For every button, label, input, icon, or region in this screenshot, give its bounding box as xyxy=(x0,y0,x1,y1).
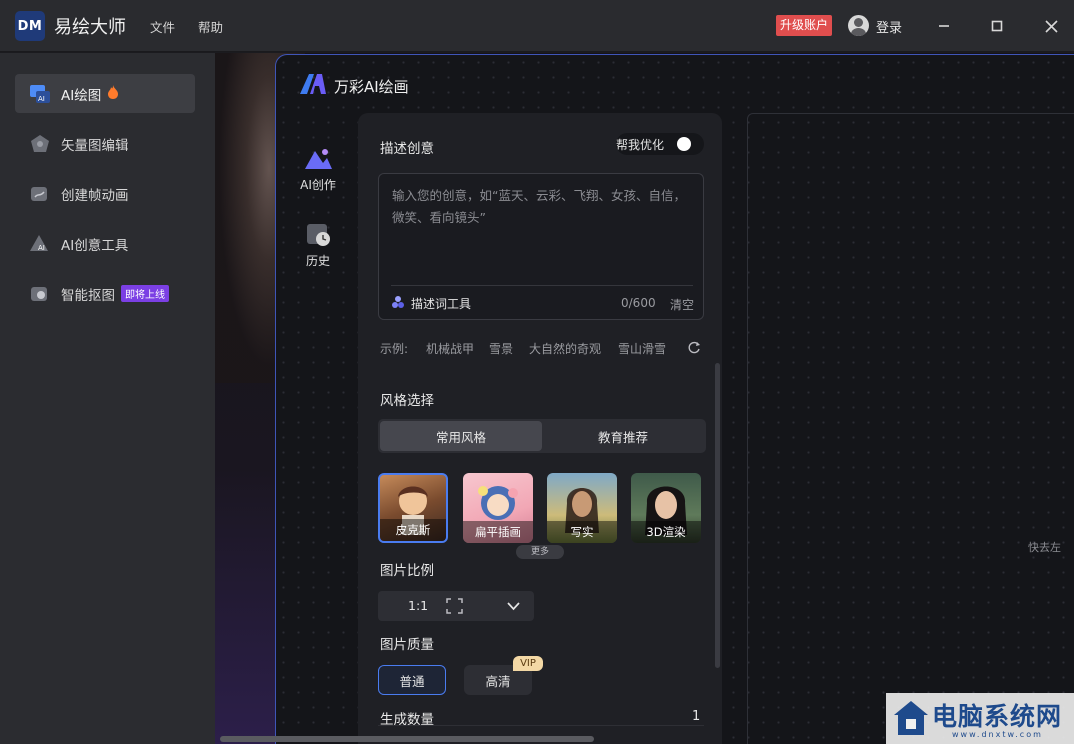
tab-label: 历史 xyxy=(305,254,330,268)
tab-education[interactable]: 教育推荐 xyxy=(542,421,704,451)
sidebar-item-label: 智能抠图 xyxy=(61,287,115,304)
molecule-icon xyxy=(391,295,405,312)
quality-normal-button[interactable]: 普通 xyxy=(378,665,446,695)
style-card-label: 3D渲染 xyxy=(631,521,701,543)
minimize-icon[interactable] xyxy=(930,12,958,40)
tab-ai-create[interactable]: AI创作 xyxy=(298,145,338,193)
style-card-pixar[interactable]: 皮克斯 xyxy=(378,473,448,543)
prompt-tool-button[interactable]: 描述词工具 xyxy=(391,295,471,312)
style-card-flat-illustration[interactable]: 扁平插画 xyxy=(463,473,533,543)
sidebar-item-label: 创建帧动画 xyxy=(61,187,129,204)
tab-common-style[interactable]: 常用风格 xyxy=(380,421,542,451)
example-tag[interactable]: 雪山滑雪 xyxy=(618,340,666,357)
title-bar: DM 易绘大师 文件 帮助 升级账户 登录 xyxy=(0,0,1074,52)
sidebar-item-smart-cutout[interactable]: 智能抠图 即将上线 xyxy=(15,274,195,313)
tab-history[interactable]: 历史 xyxy=(298,221,338,269)
form-scrollbar[interactable] xyxy=(715,363,720,668)
describe-label: 描述创意 xyxy=(380,141,434,157)
fire-icon xyxy=(107,84,119,103)
menu-help[interactable]: 帮助 xyxy=(198,17,223,36)
example-tag[interactable]: 机械战甲 xyxy=(426,340,474,357)
svg-text:AI: AI xyxy=(38,95,45,103)
optimize-label: 帮我优化 xyxy=(616,137,665,152)
brand-logo-icon xyxy=(298,72,328,100)
char-counter: 0/600 xyxy=(621,296,656,310)
ai-drawing-panel: 万彩AI绘画 AI创作 历史 描述创意 帮我优化 描述词工具 xyxy=(275,54,1074,744)
upgrade-account-button[interactable]: 升级账户 xyxy=(776,15,833,36)
sidebar-item-vector-edit[interactable]: 矢量图编辑 xyxy=(15,124,195,163)
clear-button[interactable]: 清空 xyxy=(670,296,694,313)
svg-text:AI: AI xyxy=(38,244,45,252)
mountain-icon xyxy=(303,149,333,176)
ai-draw-icon: AI xyxy=(29,83,51,105)
style-card-realistic[interactable]: 写实 xyxy=(547,473,617,543)
prompt-tool-label: 描述词工具 xyxy=(411,297,472,311)
divider xyxy=(378,725,704,726)
chevron-down-icon xyxy=(507,600,520,615)
tab-label: AI创作 xyxy=(300,178,336,192)
watermark-text: 电脑系统网 xyxy=(932,702,1063,731)
close-icon[interactable] xyxy=(1037,12,1065,40)
more-styles-button[interactable]: 更多 xyxy=(516,545,564,559)
watermark: 电脑系统网 www.dnxtw.com xyxy=(886,693,1074,744)
app-title: 易绘大师 xyxy=(54,17,126,38)
prompt-box: 描述词工具 0/600 清空 xyxy=(378,173,704,320)
toggle-switch[interactable] xyxy=(672,135,702,153)
square-frame-icon xyxy=(446,598,463,618)
ratio-select[interactable]: 1:1 xyxy=(378,591,534,621)
style-card-3d-render[interactable]: 3D渲染 xyxy=(631,473,701,543)
quality-label: 图片质量 xyxy=(380,637,434,653)
coming-soon-badge: 即将上线 xyxy=(121,285,169,302)
app-logo: DM xyxy=(15,11,45,41)
frame-animation-icon xyxy=(29,183,51,205)
smart-cutout-icon xyxy=(29,283,51,305)
vector-edit-icon xyxy=(29,133,51,155)
examples-label: 示例: xyxy=(380,342,409,356)
vip-badge: VIP xyxy=(513,656,543,671)
creation-form: 描述创意 帮我优化 描述词工具 0/600 清空 示例: 机械战甲 雪景 大自然… xyxy=(358,113,722,744)
sidebar-item-ai-creative-tool[interactable]: AI AI创意工具 xyxy=(15,224,195,263)
sidebar-item-label: AI创意工具 xyxy=(61,237,129,254)
login-link[interactable]: 登录 xyxy=(876,17,902,36)
panel-title: 万彩AI绘画 xyxy=(334,78,409,96)
preview-canvas xyxy=(747,113,1074,744)
refresh-icon[interactable] xyxy=(687,340,701,357)
sidebar-item-ai-draw[interactable]: AI AI绘图 xyxy=(15,74,195,113)
example-tag[interactable]: 大自然的奇观 xyxy=(529,340,601,357)
style-card-label: 扁平插画 xyxy=(463,521,533,543)
prompt-input[interactable] xyxy=(392,185,692,277)
example-tag[interactable]: 雪景 xyxy=(489,340,513,357)
history-icon xyxy=(303,224,333,252)
sidebar-item-frame-animation[interactable]: 创建帧动画 xyxy=(15,174,195,213)
maximize-icon[interactable] xyxy=(983,12,1011,40)
house-logo-icon xyxy=(892,699,930,741)
sidebar-item-label: 矢量图编辑 xyxy=(61,137,129,154)
style-label: 风格选择 xyxy=(380,393,434,409)
sidebar: AI AI绘图 矢量图编辑 创建帧动画 AI AI创意工具 智能抠图 即将上线 xyxy=(0,53,215,744)
style-card-label: 皮克斯 xyxy=(380,519,446,541)
watermark-url: www.dnxtw.com xyxy=(952,730,1043,739)
style-card-label: 写实 xyxy=(547,521,617,543)
user-avatar-icon[interactable] xyxy=(848,15,869,36)
style-tabs: 常用风格 教育推荐 xyxy=(378,419,706,453)
optimize-toggle[interactable]: 帮我优化 xyxy=(616,133,704,155)
ai-creative-tool-icon: AI xyxy=(29,233,51,255)
sidebar-item-label: AI绘图 xyxy=(61,87,102,104)
menu-file[interactable]: 文件 xyxy=(150,17,175,36)
count-value[interactable]: 1 xyxy=(692,709,700,724)
canvas-hint: 快去左 xyxy=(1028,541,1061,554)
divider xyxy=(391,285,693,286)
horizontal-scrollbar[interactable] xyxy=(220,736,594,742)
ratio-value: 1:1 xyxy=(408,598,429,613)
ratio-label: 图片比例 xyxy=(380,563,434,579)
